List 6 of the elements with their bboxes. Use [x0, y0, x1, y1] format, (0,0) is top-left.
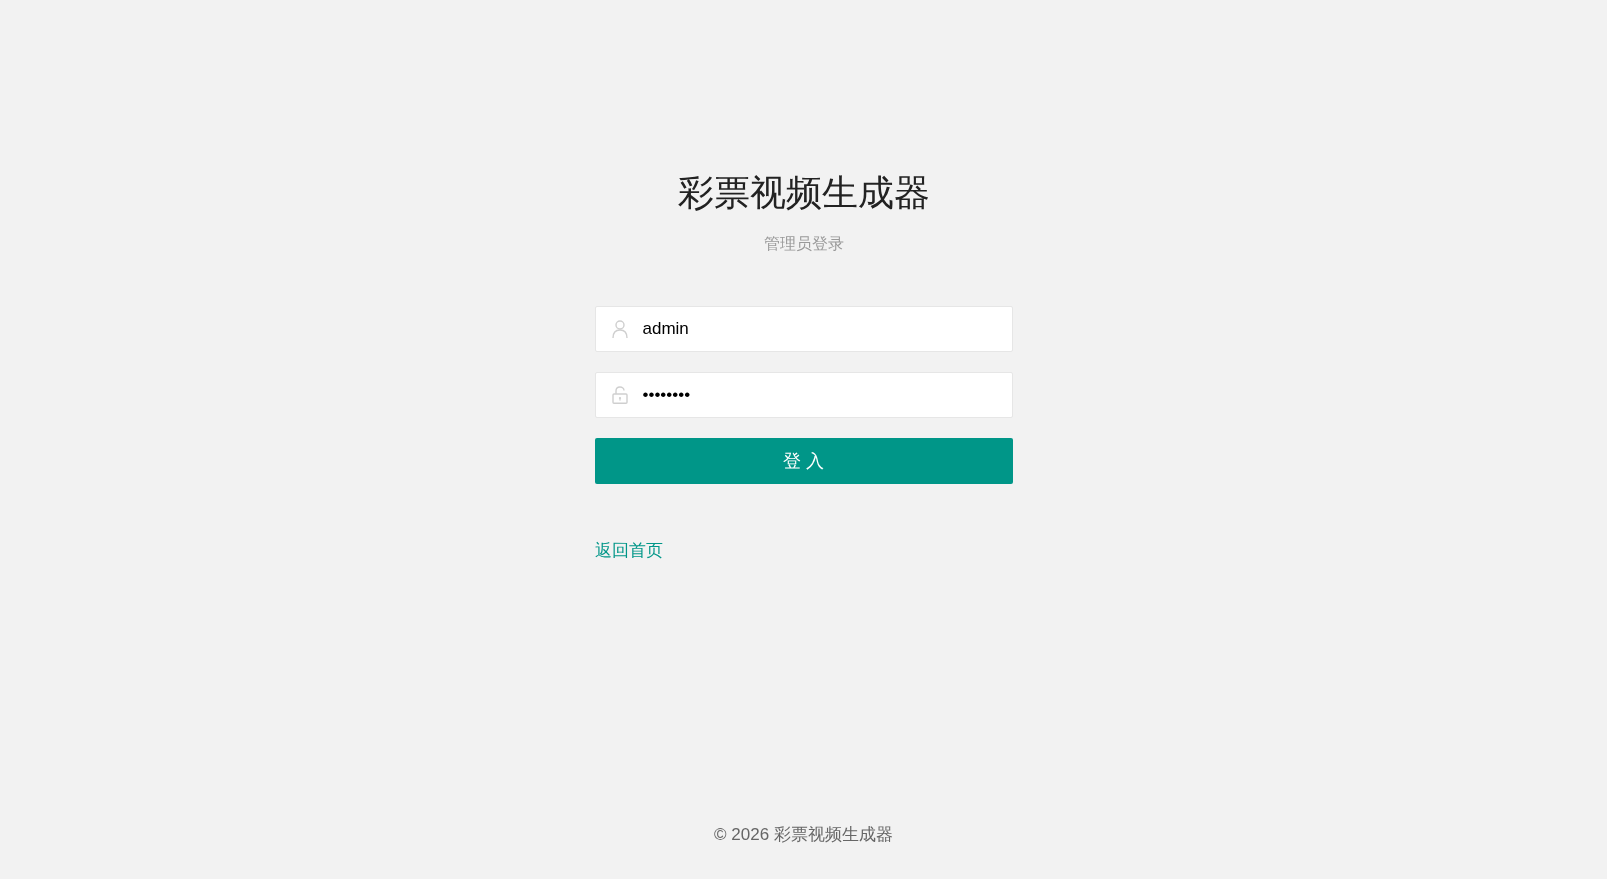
copyright-text: © 2026 彩票视频生成器: [714, 825, 893, 844]
password-field[interactable]: ••••••••: [594, 372, 1013, 418]
login-button[interactable]: 登 入: [594, 438, 1013, 484]
page-title: 彩票视频生成器: [677, 171, 930, 215]
username-field[interactable]: admin: [594, 306, 1013, 352]
page-subtitle: 管理员登录: [763, 234, 844, 254]
